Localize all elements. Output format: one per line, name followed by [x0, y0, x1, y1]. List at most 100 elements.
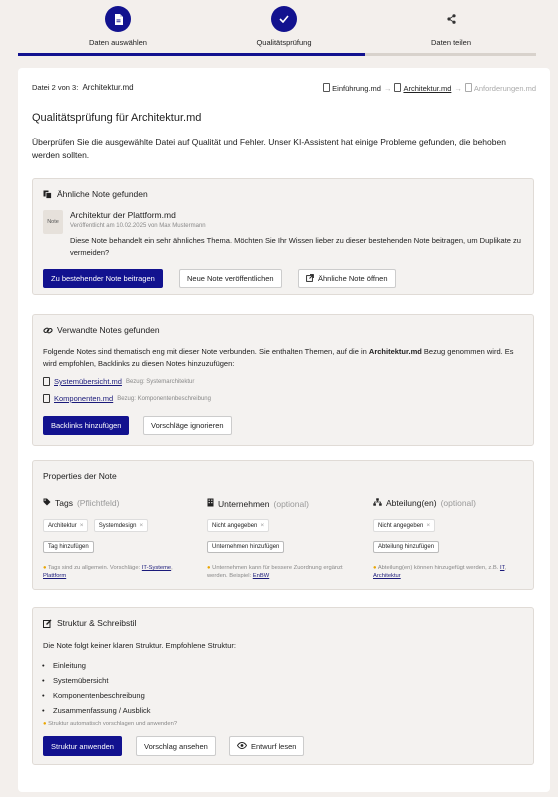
add-backlinks-button[interactable]: Backlinks hinzufügen: [43, 416, 130, 435]
file-counter: Datei 2 von 3: Architektur.md: [32, 83, 134, 92]
tag-chip[interactable]: Systemdesign ×: [93, 519, 149, 532]
section-heading: Ähnliche Note gefunden: [43, 189, 148, 199]
section-heading: Verwandte Notes gefunden: [43, 325, 160, 335]
arrow-right-icon: →: [383, 83, 392, 93]
structure-hint: ● Struktur automatisch vorschlagen und a…: [43, 721, 178, 727]
related-note-link[interactable]: Systemübersicht.md: [54, 377, 122, 386]
remove-icon[interactable]: ×: [139, 522, 143, 529]
apply-structure-button[interactable]: Struktur anwenden: [43, 736, 122, 756]
edit-icon: [43, 619, 52, 628]
related-note-reference: Bezug: Systemarchitektur: [125, 378, 195, 385]
lightbulb-icon: ●: [207, 565, 211, 571]
structure-text: Die Note folgt keiner klaren Struktur. E…: [43, 641, 237, 650]
department-chips: Nicht angegeben ×: [373, 519, 438, 532]
list-item: Einleitung: [42, 658, 151, 673]
list-item: Komponentenbeschreibung: [42, 688, 151, 703]
suggestion-link[interactable]: Plattform: [43, 573, 66, 579]
tags-property: Tags (Pflichtfeld): [43, 498, 203, 508]
property-hint: (Pflichtfeld): [76, 498, 120, 508]
related-notes-section: Verwandte Notes gefunden Folgende Notes …: [32, 314, 534, 446]
tags-hint: ● Tags sind zu allgemein. Vorschläge: IT…: [43, 565, 173, 579]
structure-list: Einleitung Systemübersicht Komponentenbe…: [42, 658, 151, 718]
property-title: Unternehmen (optional): [207, 498, 367, 509]
tag-chips: Architektur × Systemdesign ×: [43, 519, 151, 532]
related-note-link[interactable]: Komponenten.md: [54, 394, 113, 403]
external-link-icon: [306, 273, 314, 284]
structure-section: Struktur & Schreibstil Die Note folgt ke…: [32, 607, 534, 765]
company-chips: Nicht angegeben ×: [207, 519, 272, 532]
tag-icon: [43, 498, 51, 508]
file-link-3[interactable]: Anforderungen.md: [464, 83, 536, 93]
building-icon: [207, 498, 214, 509]
step-select-data[interactable]: Daten auswählen: [43, 6, 193, 47]
ignore-suggestions-button[interactable]: Vorschläge ignorieren: [143, 416, 232, 435]
sitemap-icon: [373, 498, 382, 508]
step-label: Daten teilen: [430, 38, 472, 47]
property-title: Abteilung(en) (optional): [373, 498, 533, 508]
contribute-button[interactable]: Zu bestehender Note beitragen: [43, 269, 163, 288]
remove-icon[interactable]: ×: [80, 522, 84, 529]
file-icon: [323, 83, 331, 92]
suggestion-link[interactable]: IT-Systeme: [142, 565, 171, 571]
similar-note-text: Diese Note behandelt ein sehr ähnliches …: [70, 236, 521, 257]
related-item: Komponenten.md Bezug: Komponentenbeschre…: [43, 394, 211, 403]
read-draft-button[interactable]: Entwurf lesen: [229, 736, 305, 756]
remove-icon[interactable]: ×: [426, 522, 430, 529]
lightbulb-icon: ●: [43, 721, 47, 727]
file-navigation: Datei 2 von 3: Architektur.md Einführung…: [32, 83, 536, 95]
step-label: Qualitätsprüfung: [256, 38, 312, 47]
file-icon: [43, 394, 50, 403]
progress-stepper: Daten auswählen Qualitätsprüfung Daten t…: [18, 0, 536, 60]
open-similar-button[interactable]: Ähnliche Note öffnen: [298, 269, 396, 288]
publish-new-button[interactable]: Neue Note veröffentlichen: [179, 269, 282, 288]
view-suggestion-button[interactable]: Vorschlag ansehen: [136, 736, 216, 756]
department-chip[interactable]: Nicht angegeben ×: [373, 519, 436, 532]
suggestion-link[interactable]: EnBW: [253, 573, 269, 579]
page-title: Qualitätsprüfung für Architektur.md: [32, 112, 202, 124]
property-title: Tags (Pflichtfeld): [43, 498, 203, 508]
similar-note-title[interactable]: Architektur der Plattform.md: [70, 210, 176, 220]
page-intro: Überprüfen Sie die ausgewählte Datei auf…: [32, 137, 506, 160]
list-item: Systemübersicht: [42, 673, 151, 688]
properties-section: Properties der Note Tags (Pflichtfeld) A…: [32, 460, 534, 590]
related-notes-text: Folgende Notes sind thematisch eng mit d…: [43, 347, 514, 368]
document-icon: [105, 6, 131, 32]
company-chip[interactable]: Nicht angegeben ×: [207, 519, 270, 532]
step-label: Daten auswählen: [89, 38, 147, 47]
step-quality-check[interactable]: Qualitätsprüfung: [209, 6, 359, 47]
add-company-button[interactable]: Unternehmen hinzufügen: [207, 541, 285, 553]
progress-track: [18, 53, 536, 56]
related-item: Systemübersicht.md Bezug: Systemarchitek…: [43, 377, 194, 386]
remove-icon[interactable]: ×: [260, 522, 264, 529]
property-hint: (optional): [440, 498, 476, 508]
lightbulb-icon: ●: [43, 565, 47, 571]
eye-icon: [236, 741, 248, 751]
checkmark-icon: [271, 6, 297, 32]
tag-chip[interactable]: Architektur ×: [43, 519, 89, 532]
suggestion-link[interactable]: Architektur: [373, 573, 401, 579]
add-tag-button[interactable]: Tag hinzufügen: [43, 541, 94, 553]
file-chain: Einführung.md → Architektur.md → Anforde…: [323, 83, 536, 93]
add-department-button[interactable]: Abteilung hinzufügen: [373, 541, 440, 553]
file-link-2[interactable]: Architektur.md: [394, 83, 451, 93]
list-item: Zusammenfassung / Ausblick: [42, 703, 150, 718]
file-icon: [43, 377, 50, 386]
step-share-data[interactable]: Daten teilen: [376, 6, 526, 47]
lightbulb-icon: ●: [373, 565, 377, 571]
current-file-name: Architektur.md: [82, 83, 134, 92]
file-icon: [464, 83, 472, 92]
section-heading: Properties der Note: [43, 471, 117, 481]
department-hint: ● Abteilung(en) können hinzugefügt werde…: [373, 565, 507, 579]
related-note-reference: Bezug: Komponentenbeschreibung: [117, 395, 211, 402]
copy-icon: [43, 190, 52, 199]
similar-note-section: Ähnliche Note gefunden Note Architektur …: [32, 178, 534, 295]
department-property: Abteilung(en) (optional): [373, 498, 533, 508]
main-card: Datei 2 von 3: Architektur.md Einführung…: [18, 68, 550, 792]
arrow-right-icon: →: [454, 83, 462, 93]
file-link-1[interactable]: Einführung.md: [323, 83, 381, 93]
progress-fill: [18, 53, 366, 56]
company-hint: ● Unternehmen kann für bessere Zuordnung…: [207, 565, 343, 579]
file-counter-prefix: Datei 2 von 3:: [32, 83, 79, 92]
file-icon: [394, 83, 402, 92]
link-icon: [43, 326, 53, 335]
